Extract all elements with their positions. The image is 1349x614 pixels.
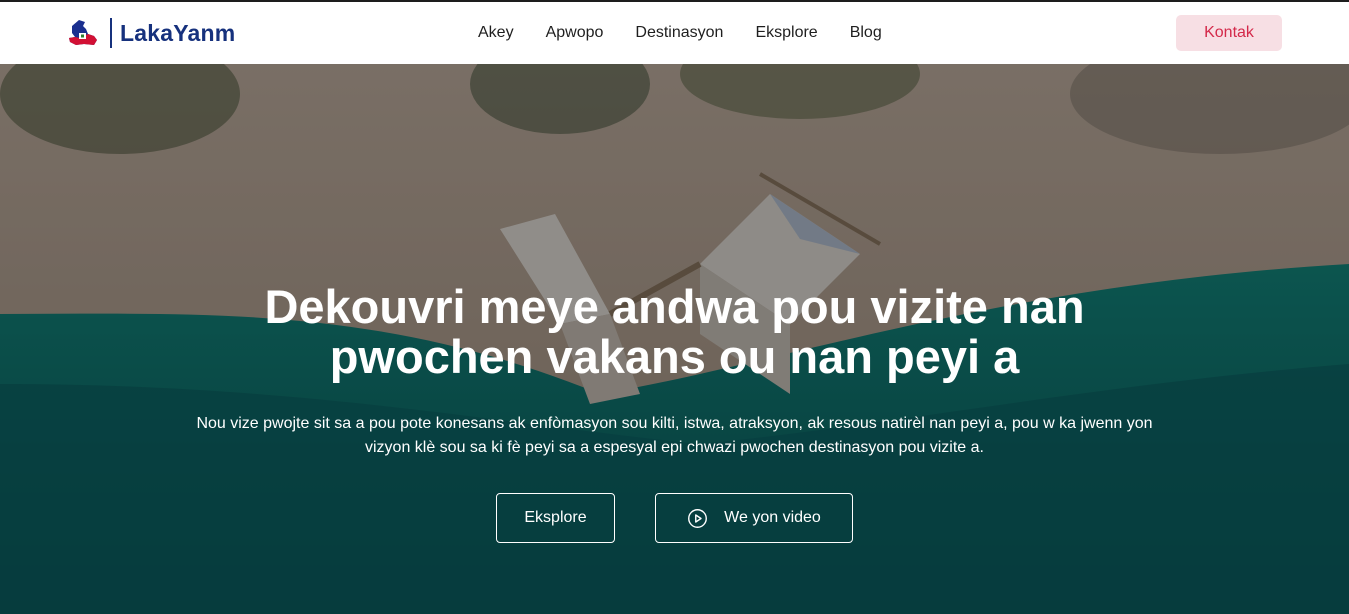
hero-subtitle: Nou vize pwojte sit sa a pou pote konesa… [196, 415, 1153, 456]
logo-divider [110, 18, 112, 48]
watch-video-label: We yon video [724, 509, 821, 526]
hero-section: Dekouvri meye andwa pou vizite nan pwoch… [0, 64, 1349, 614]
brand-name: LakaYanm [120, 19, 236, 46]
play-circle-icon [688, 508, 708, 528]
hero-title: Dekouvri meye andwa pou vizite nan pwoch… [264, 280, 1085, 383]
nav-item-eksplore[interactable]: Eksplore [755, 24, 817, 42]
nav-item-apwopo[interactable]: Apwopo [546, 24, 604, 42]
explore-button[interactable]: Eksplore [496, 493, 615, 543]
brand-logo[interactable]: LakaYanm [66, 16, 235, 50]
haiti-map-icon [69, 20, 97, 45]
watch-video-button[interactable]: We yon video [655, 493, 853, 543]
site-header: LakaYanm Akey Apwopo Destinasyon Eksplor… [0, 2, 1349, 64]
nav-item-akey[interactable]: Akey [478, 24, 514, 42]
nav-item-destinasyon[interactable]: Destinasyon [635, 24, 723, 42]
main-nav: Akey Apwopo Destinasyon Eksplore Blog [478, 21, 882, 45]
nav-item-blog[interactable]: Blog [850, 24, 882, 42]
contact-button[interactable]: Kontak [1176, 15, 1282, 51]
